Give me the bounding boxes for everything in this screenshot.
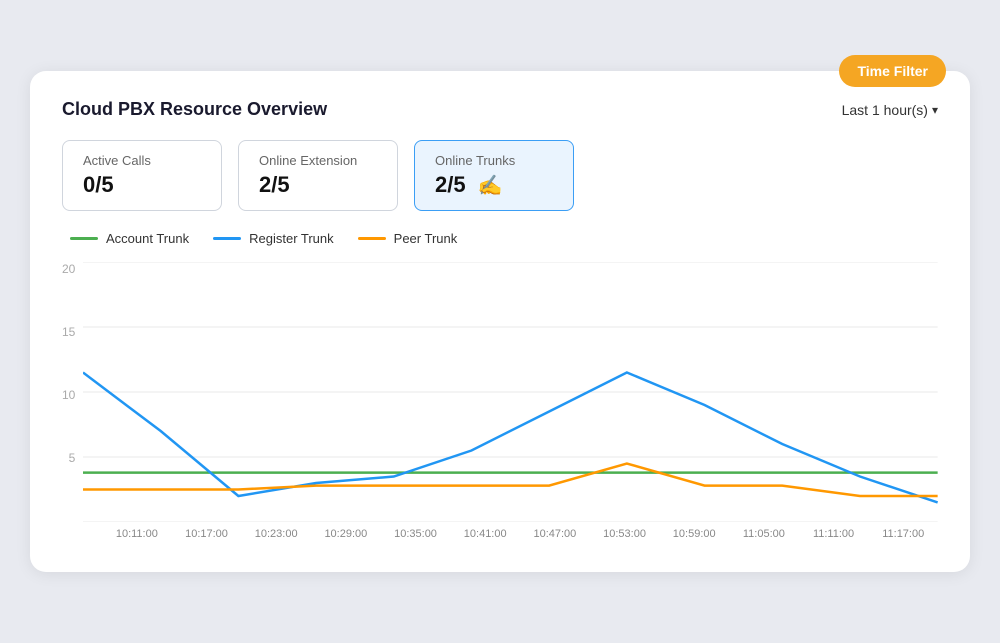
- metric-value: 0/5: [83, 172, 201, 198]
- dashboard-card: Time Filter Cloud PBX Resource Overview …: [30, 71, 970, 572]
- chart-svg: [83, 262, 938, 522]
- x-label: 11:05:00: [729, 528, 799, 540]
- metric-value: 2/5: [259, 172, 377, 198]
- header-row: Cloud PBX Resource Overview Last 1 hour(…: [62, 99, 938, 120]
- metric-label: Online Extension: [259, 153, 377, 168]
- legend-line-account-trunk: [70, 237, 98, 240]
- metric-card-active-calls[interactable]: Active Calls 0/5: [62, 140, 222, 211]
- y-label: 20: [62, 262, 75, 276]
- x-label: 10:59:00: [659, 528, 729, 540]
- metric-card-online-trunks[interactable]: Online Trunks 2/5✍: [414, 140, 574, 211]
- x-label: 10:23:00: [241, 528, 311, 540]
- legend-label-account-trunk: Account Trunk: [106, 231, 189, 246]
- time-selector-label: Last 1 hour(s): [842, 102, 928, 118]
- card-title: Cloud PBX Resource Overview: [62, 99, 327, 120]
- legend-label-peer-trunk: Peer Trunk: [394, 231, 458, 246]
- y-label: 15: [62, 325, 75, 339]
- legend-label-register-trunk: Register Trunk: [249, 231, 334, 246]
- metrics-row: Active Calls 0/5 Online Extension 2/5 On…: [62, 140, 938, 211]
- y-label: 5: [62, 451, 75, 465]
- x-label: 10:53:00: [590, 528, 660, 540]
- metric-label: Active Calls: [83, 153, 201, 168]
- x-label: 10:41:00: [450, 528, 520, 540]
- x-label: 11:11:00: [799, 528, 869, 540]
- x-label: 10:11:00: [102, 528, 172, 540]
- legend-line-peer-trunk: [358, 237, 386, 240]
- metric-value: 2/5✍: [435, 172, 553, 198]
- x-label: 10:35:00: [381, 528, 451, 540]
- x-label: 10:47:00: [520, 528, 590, 540]
- metric-card-online-extension[interactable]: Online Extension 2/5: [238, 140, 398, 211]
- legend-item-peer-trunk: Peer Trunk: [358, 231, 458, 246]
- legend-line-register-trunk: [213, 237, 241, 240]
- x-label: 11:17:00: [868, 528, 938, 540]
- metric-label: Online Trunks: [435, 153, 553, 168]
- chevron-down-icon: ▾: [932, 103, 938, 117]
- legend-item-account-trunk: Account Trunk: [70, 231, 189, 246]
- x-label: 10:17:00: [172, 528, 242, 540]
- time-selector[interactable]: Last 1 hour(s) ▾: [842, 102, 938, 118]
- pointer-icon: ✍: [478, 173, 503, 198]
- time-filter-badge[interactable]: Time Filter: [839, 55, 946, 87]
- legend-row: Account Trunk Register Trunk Peer Trunk: [62, 231, 938, 246]
- x-label: 10:29:00: [311, 528, 381, 540]
- legend-item-register-trunk: Register Trunk: [213, 231, 334, 246]
- y-label: 10: [62, 388, 75, 402]
